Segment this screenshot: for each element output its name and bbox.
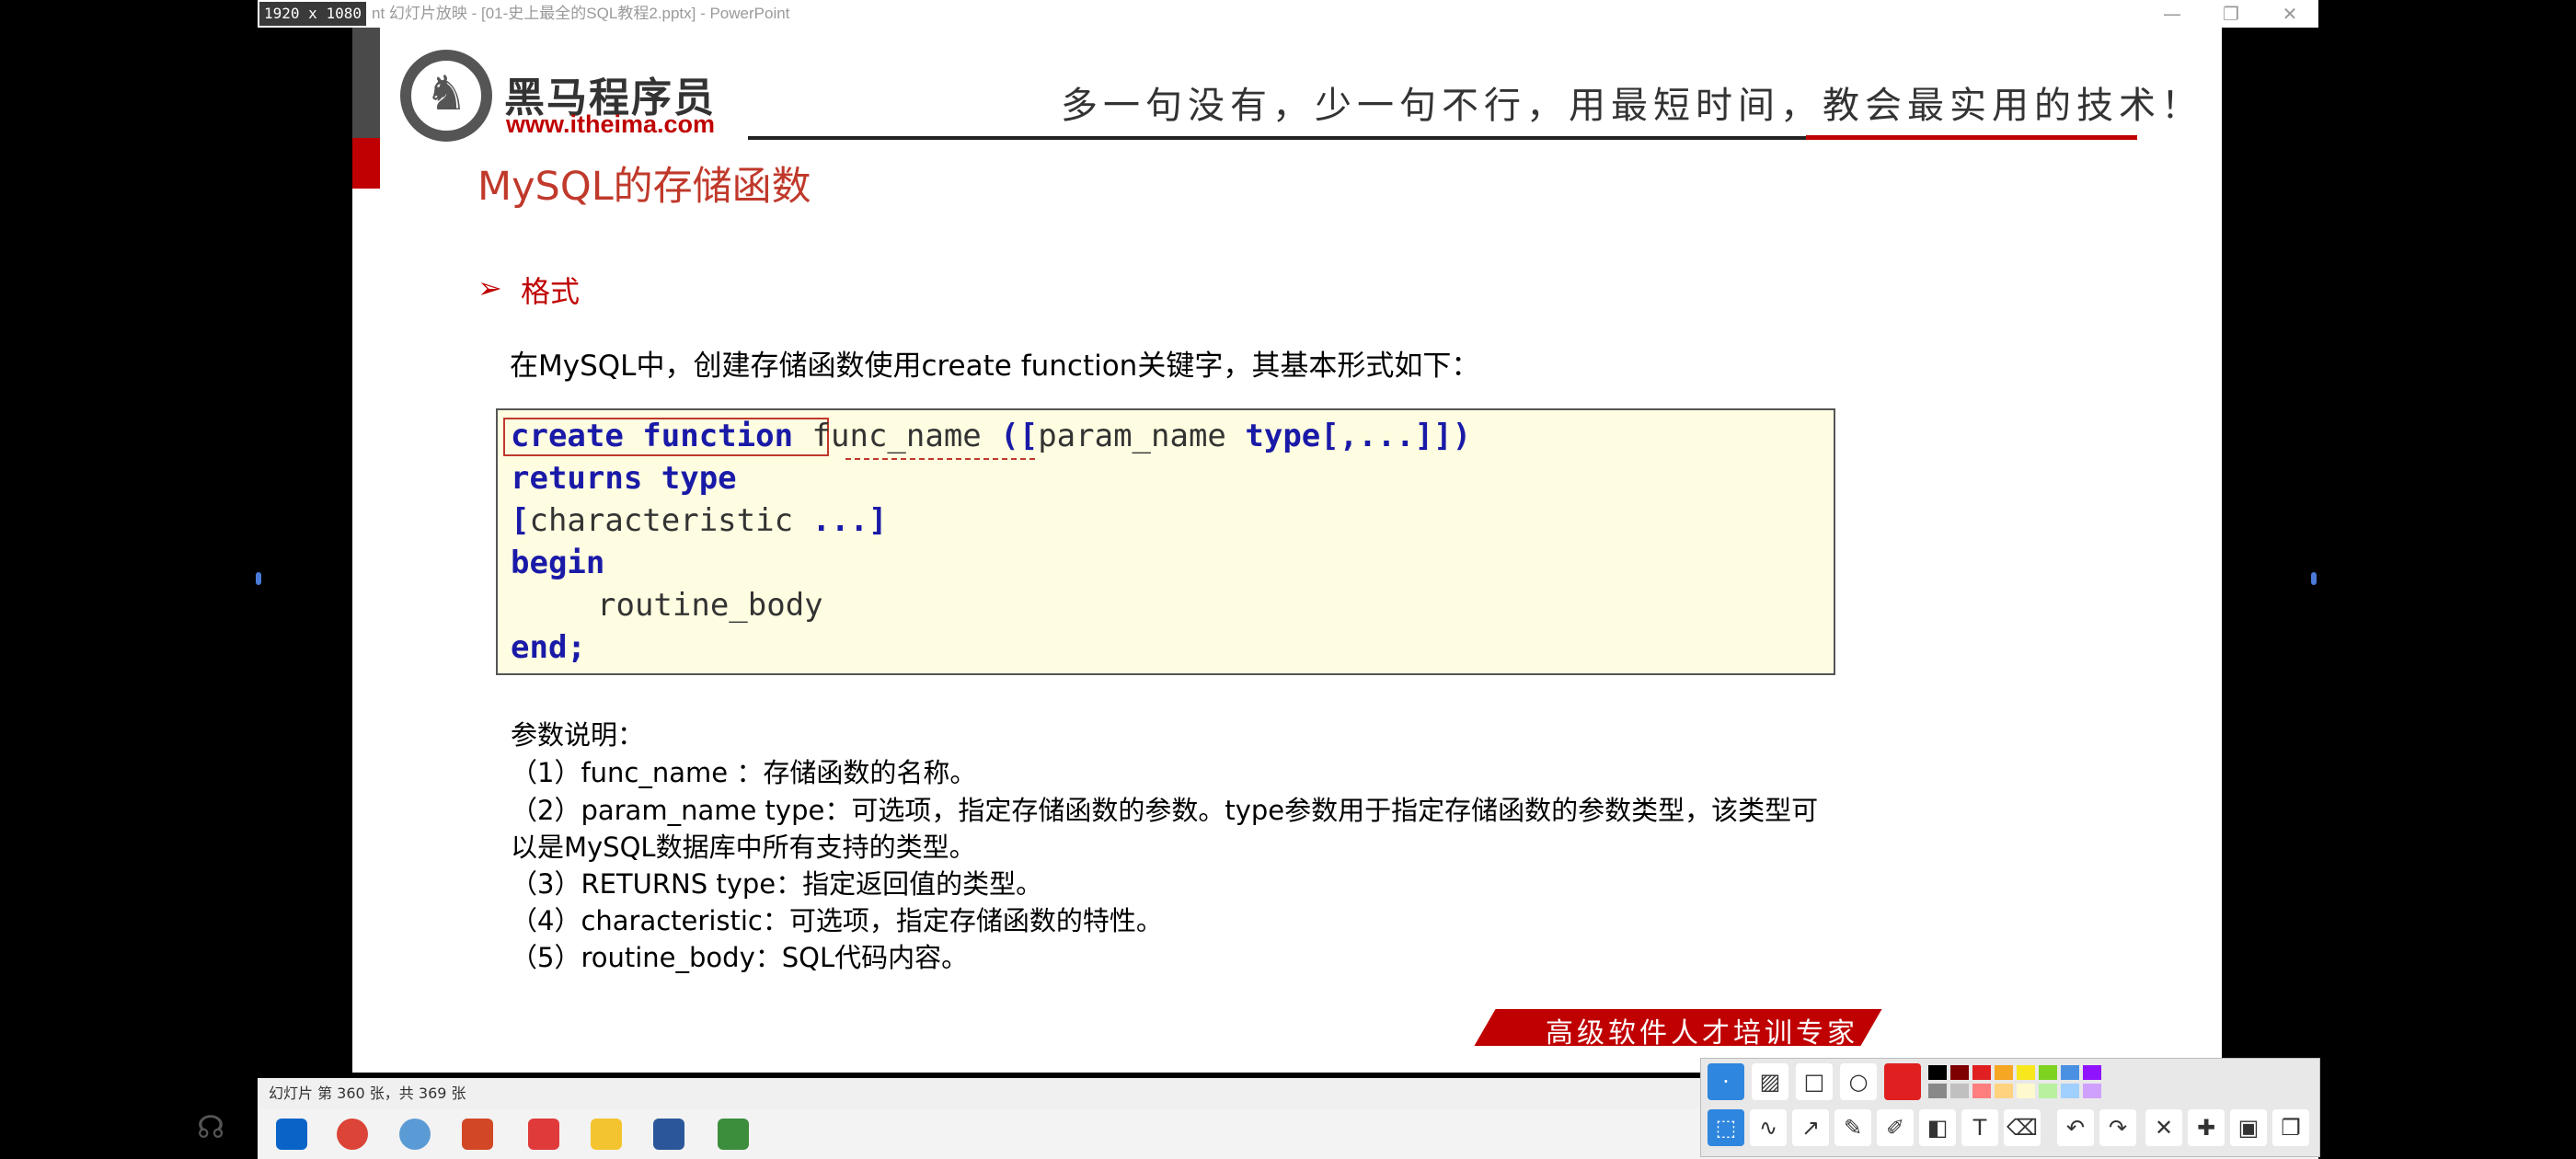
color-swatch[interactable] xyxy=(2017,1084,2035,1098)
dot-icon[interactable]: · xyxy=(1708,1063,1744,1100)
slide-canvas: ♞ 黑马程序员 www.itheima.com 多一句没有，少一句不行，用最短时… xyxy=(352,28,2222,1073)
code-line-6: end; xyxy=(511,627,586,668)
word-icon[interactable] xyxy=(653,1119,684,1150)
highlighter-icon[interactable]: ✐ xyxy=(1877,1109,1914,1146)
header-divider-red xyxy=(1806,135,2137,140)
slogan: 多一句没有，少一句不行，用最短时间，教会最实用的技术！ xyxy=(1061,85,2203,127)
slide-title: MySQL的存储函数 xyxy=(477,164,811,210)
line-icon[interactable]: ∿ xyxy=(1750,1109,1787,1146)
code-line-2: returns type xyxy=(511,458,737,499)
code-identifier: routine_body xyxy=(597,587,823,624)
bullet-arrow-icon: ➢ xyxy=(477,270,502,305)
color-swatch[interactable] xyxy=(1972,1065,1991,1080)
save-icon[interactable]: ▣ xyxy=(2230,1109,2267,1146)
code-keyword: create function xyxy=(511,418,794,454)
code-identifier: func_name xyxy=(811,418,982,454)
left-accent-bar-red xyxy=(352,138,380,189)
pen-color-icon[interactable] xyxy=(1884,1063,1921,1100)
code-punct: [ xyxy=(511,502,530,539)
pin-icon[interactable]: ✚ xyxy=(2188,1109,2225,1146)
brand-url: www.itheima.com xyxy=(506,110,716,138)
code-identifier: characteristic xyxy=(529,502,794,539)
hatch-icon[interactable]: ▨ xyxy=(1752,1063,1788,1100)
footer-banner-text: 高级软件人才培训专家 xyxy=(1546,1017,1858,1050)
code-line-5: routine_body xyxy=(597,585,823,625)
fill-icon[interactable]: ◧ xyxy=(1919,1109,1956,1146)
arrow-icon[interactable]: ↗ xyxy=(1792,1109,1829,1146)
powerpoint-icon[interactable] xyxy=(462,1119,493,1150)
ellipse-icon[interactable]: ○ xyxy=(1840,1063,1877,1100)
color-swatch[interactable] xyxy=(2061,1084,2079,1098)
color-swatch[interactable] xyxy=(1950,1065,1969,1080)
notes-heading: 参数说明： xyxy=(511,719,645,751)
note-line: 以是MySQL数据库中所有支持的类型。 xyxy=(511,832,976,863)
intro-text: 在MySQL中，创建存储函数使用create function关键字，其基本形式… xyxy=(510,350,1480,383)
code-punct: ([ xyxy=(1000,418,1039,454)
redo-icon[interactable]: ↷ xyxy=(2099,1109,2136,1146)
section-heading: 格式 xyxy=(521,274,581,309)
code-identifier: param_name xyxy=(1038,418,1226,454)
text-icon[interactable]: T xyxy=(1961,1109,1998,1146)
image-viewer-icon[interactable] xyxy=(718,1119,749,1150)
horse-logo-icon: ♞ xyxy=(424,66,468,121)
color-swatch[interactable] xyxy=(1928,1065,1947,1080)
code-keyword: returns type xyxy=(511,460,737,497)
color-swatch[interactable] xyxy=(1928,1084,1947,1098)
close-button[interactable]: ✕ xyxy=(2258,0,2322,28)
code-line-3: [characteristic ...] xyxy=(511,500,887,541)
user-icon: ☊ xyxy=(197,1109,225,1146)
color-swatch[interactable] xyxy=(2061,1065,2079,1080)
undo-icon[interactable]: ↶ xyxy=(2057,1109,2094,1146)
code-line-1: create function func_name ([param_name t… xyxy=(511,416,1471,456)
browser-icon[interactable] xyxy=(399,1119,431,1150)
file-explorer-icon[interactable] xyxy=(591,1119,622,1150)
note-line: （3）RETURNS type：指定返回值的类型。 xyxy=(511,868,1043,900)
code-line-4: begin xyxy=(511,543,604,583)
header-divider xyxy=(748,136,1821,140)
select-icon[interactable]: ⬚ xyxy=(1708,1109,1744,1146)
restore-button[interactable]: ❐ xyxy=(2199,0,2263,28)
pencil-icon[interactable]: ✎ xyxy=(1834,1109,1871,1146)
window-title: nt 幻灯片放映 - [01-史上最全的SQL教程2.pptx] - Power… xyxy=(372,5,790,22)
color-swatch[interactable] xyxy=(1995,1084,2013,1098)
windows-start-icon[interactable] xyxy=(276,1119,307,1150)
code-punct: ...] xyxy=(793,502,888,539)
next-slide-handle[interactable] xyxy=(2311,572,2317,585)
color-swatch[interactable] xyxy=(2039,1084,2057,1098)
close-icon[interactable]: ✕ xyxy=(2145,1109,2182,1146)
slide-counter: 幻灯片 第 360 张，共 369 张 xyxy=(269,1084,466,1102)
code-block: create function func_name ([param_name t… xyxy=(496,408,1835,675)
note-line: （5）routine_body：SQL代码内容。 xyxy=(511,942,969,973)
code-keyword: type xyxy=(1245,418,1321,454)
color-swatch[interactable] xyxy=(1950,1084,1969,1098)
color-swatch[interactable] xyxy=(2083,1084,2101,1098)
xmind-icon[interactable] xyxy=(528,1119,559,1150)
chrome-icon[interactable] xyxy=(337,1119,368,1150)
color-swatch[interactable] xyxy=(2017,1065,2035,1080)
prev-slide-handle[interactable] xyxy=(256,572,261,585)
left-accent-bar xyxy=(352,28,380,138)
rectangle-icon[interactable]: □ xyxy=(1796,1063,1833,1100)
code-keyword: end; xyxy=(511,629,586,666)
color-swatch[interactable] xyxy=(2083,1065,2101,1080)
note-line: （4）characteristic：可选项，指定存储函数的特性。 xyxy=(511,905,1163,936)
minimize-button[interactable]: — xyxy=(2140,0,2204,28)
note-line: （2）param_name type：可选项，指定存储函数的参数。type参数用… xyxy=(511,795,1819,826)
code-punct: [,...]]) xyxy=(1320,418,1472,454)
eraser-icon[interactable]: ⌫ xyxy=(2004,1109,2041,1146)
color-swatch[interactable] xyxy=(1995,1065,2013,1080)
copy-icon[interactable]: ❐ xyxy=(2272,1109,2309,1146)
note-line: （1）func_name ：存储函数的名称。 xyxy=(511,757,977,788)
resolution-badge: 1920 x 1080 xyxy=(259,2,366,26)
color-swatch[interactable] xyxy=(1972,1084,1991,1098)
code-keyword: begin xyxy=(511,545,605,581)
color-swatch[interactable] xyxy=(2039,1065,2057,1080)
